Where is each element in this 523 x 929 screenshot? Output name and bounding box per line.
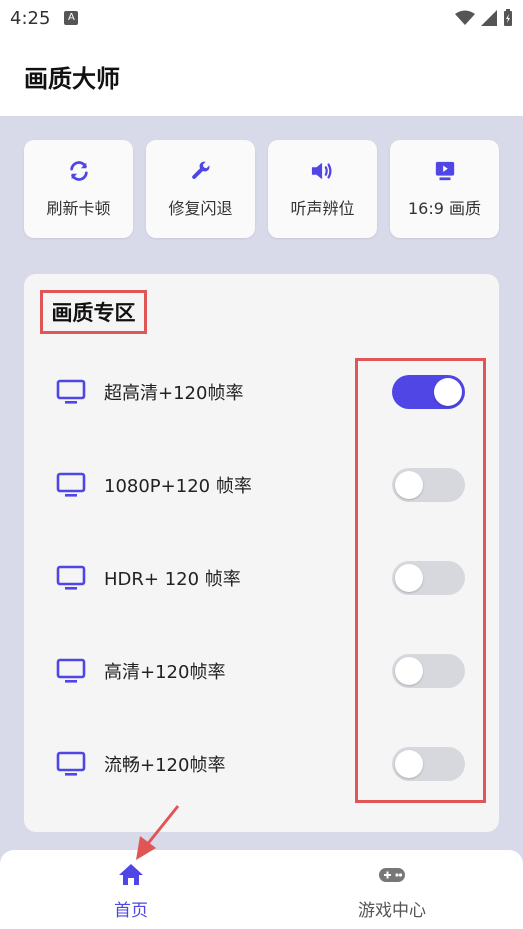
nav-home-label: 首页 bbox=[114, 901, 148, 921]
screen-play-icon bbox=[433, 159, 457, 183]
monitor-icon bbox=[56, 565, 86, 590]
nav-home[interactable]: 首页 bbox=[71, 860, 191, 921]
monitor-icon bbox=[56, 472, 86, 497]
quality-option-label: 高清+120帧率 bbox=[104, 662, 226, 683]
app-title: 画质大师 bbox=[24, 64, 120, 93]
quick-action-label: 修复闪退 bbox=[168, 199, 233, 218]
nav-games-label: 游戏中心 bbox=[358, 901, 426, 921]
signal-icon bbox=[481, 10, 497, 26]
status-time: 4:25 bbox=[10, 7, 51, 29]
quality-option-label: 1080P+120 帧率 bbox=[104, 476, 252, 497]
annotation-arrow bbox=[136, 805, 180, 860]
status-bar: 4:25 A bbox=[0, 0, 523, 36]
refresh-icon bbox=[67, 159, 91, 183]
monitor-icon bbox=[56, 658, 86, 683]
quick-action-label: 刷新卡顿 bbox=[46, 199, 111, 218]
wifi-icon bbox=[455, 10, 475, 25]
app-bar: 画质大师 bbox=[0, 36, 523, 116]
annotation-highlight-box bbox=[355, 358, 486, 803]
quick-actions: 刷新卡顿 修复闪退 听声辨位 16:9 画质 bbox=[24, 140, 499, 238]
speaker-icon bbox=[311, 159, 335, 183]
nav-games[interactable]: 游戏中心 bbox=[332, 860, 452, 921]
wrench-icon bbox=[189, 159, 213, 183]
quality-section-title: 画质专区 bbox=[40, 290, 147, 334]
monitor-icon bbox=[56, 751, 86, 776]
battery-icon bbox=[504, 9, 512, 26]
quick-action-label: 听声辨位 bbox=[290, 199, 355, 218]
quality-option-label: HDR+ 120 帧率 bbox=[104, 569, 241, 590]
quality-option-label: 超高清+120帧率 bbox=[104, 383, 244, 404]
sound-locate-button[interactable]: 听声辨位 bbox=[268, 140, 377, 238]
monitor-icon bbox=[56, 379, 86, 404]
refresh-lag-button[interactable]: 刷新卡顿 bbox=[24, 140, 133, 238]
gamepad-icon bbox=[377, 860, 407, 890]
home-icon bbox=[116, 860, 146, 890]
fix-crash-button[interactable]: 修复闪退 bbox=[146, 140, 255, 238]
quality-option-label: 流畅+120帧率 bbox=[104, 755, 226, 776]
aspect-ratio-button[interactable]: 16:9 画质 bbox=[390, 140, 499, 238]
quality-panel: 画质专区 超高清+120帧率 1080P+120 帧率 HDR+ 120 帧率 … bbox=[24, 274, 499, 832]
main-content: 刷新卡顿 修复闪退 听声辨位 16:9 画质 画质专区 超高清+120帧率 10… bbox=[0, 116, 523, 850]
notification-icon: A bbox=[64, 11, 79, 25]
quick-action-label: 16:9 画质 bbox=[407, 199, 482, 218]
bottom-nav: 首页 游戏中心 bbox=[0, 850, 523, 929]
